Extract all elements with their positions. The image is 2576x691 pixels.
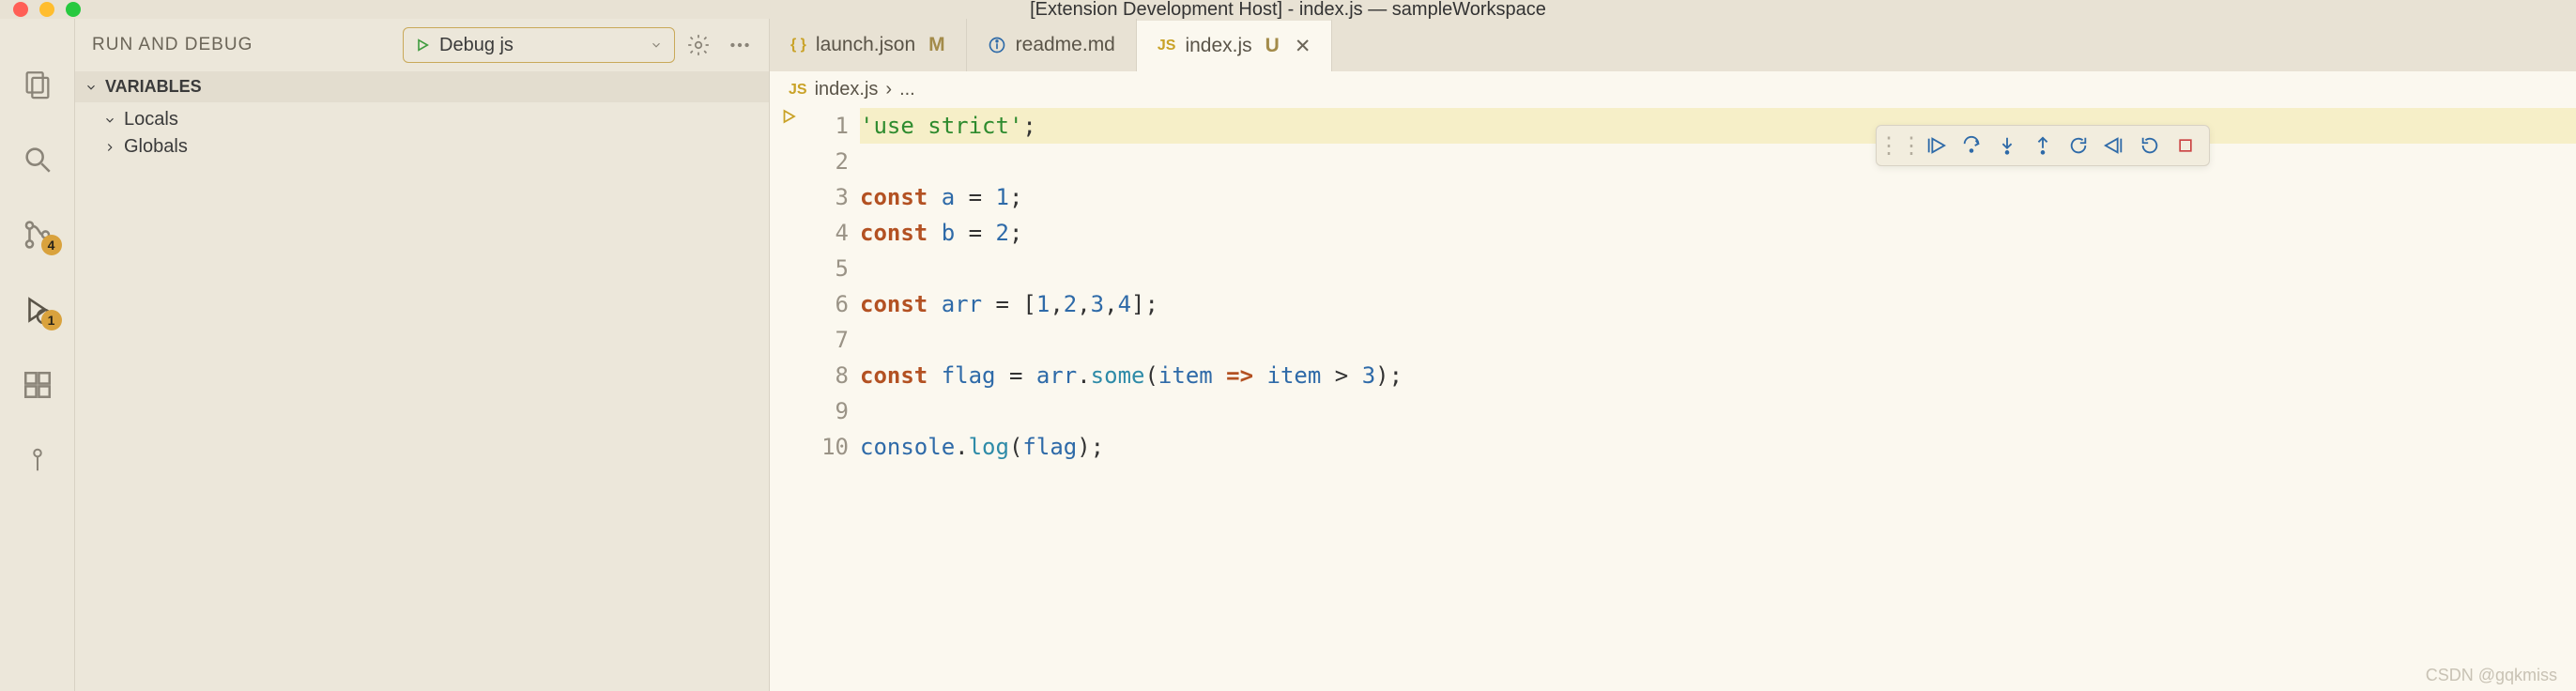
sidebar-title: RUN AND DEBUG	[92, 35, 391, 55]
line-number: 6	[807, 286, 849, 322]
tag-icon[interactable]	[19, 441, 56, 479]
minimize-window-icon[interactable]	[39, 2, 54, 17]
step-into-button[interactable]	[1991, 130, 2023, 161]
search-icon[interactable]	[19, 141, 56, 178]
variables-section[interactable]: VARIABLES	[75, 71, 769, 102]
editor-area: { } launch.json Mreadme.md JS index.js U ✕ JS …	[770, 19, 2576, 691]
window-title: [Extension Development Host] - index.js …	[1030, 0, 1546, 21]
code-line[interactable]: const b = 2;	[860, 215, 2576, 251]
chevron-down-icon	[650, 38, 663, 52]
source-control-icon[interactable]: 4	[19, 216, 56, 253]
drag-handle-icon[interactable]: ⋮⋮	[1884, 130, 1916, 161]
globals-label: Globals	[124, 136, 188, 158]
code-line[interactable]: const arr = [1,2,3,4];	[860, 286, 2576, 322]
tab-index-js[interactable]: JS index.js U ✕	[1137, 19, 1333, 71]
step-over-button[interactable]	[1955, 130, 1987, 161]
code-editor[interactable]: 12345678910 'use strict';const a = 1;con…	[770, 108, 2576, 691]
close-window-icon[interactable]	[13, 2, 28, 17]
locals-label: Locals	[124, 109, 178, 131]
gear-icon[interactable]	[686, 33, 711, 57]
line-number: 5	[807, 251, 849, 286]
code-line[interactable]: console.log(flag);	[860, 429, 2576, 465]
code-line[interactable]: const a = 1;	[860, 179, 2576, 215]
chevron-right-icon: ›	[885, 79, 892, 100]
restart-button[interactable]	[2062, 130, 2094, 161]
step-back-button[interactable]	[2098, 130, 2130, 161]
breadcrumb-rest: ...	[899, 79, 915, 100]
step-out-button[interactable]	[2027, 130, 2059, 161]
code-line[interactable]: 'use strict';	[860, 108, 2576, 144]
line-number: 1	[807, 108, 849, 144]
tab-readme-md[interactable]: readme.md	[967, 19, 1137, 71]
variables-label: VARIABLES	[105, 77, 202, 97]
code-line[interactable]	[860, 251, 2576, 286]
line-number: 8	[807, 358, 849, 393]
code-line[interactable]: const flag = arr.some(item => item > 3);	[860, 358, 2576, 393]
line-number: 2	[807, 144, 849, 179]
explorer-icon[interactable]	[19, 66, 56, 103]
breadcrumb-file: index.js	[815, 79, 879, 100]
line-number: 10	[807, 429, 849, 465]
code-line[interactable]	[860, 144, 2576, 179]
globals-item[interactable]: Globals	[75, 133, 769, 161]
close-icon[interactable]: ✕	[1295, 35, 1311, 58]
titlebar: [Extension Development Host] - index.js …	[0, 0, 2576, 19]
file-icon	[988, 36, 1006, 54]
tab-label: index.js	[1185, 35, 1251, 57]
watermark: CSDN @gqkmiss	[2426, 666, 2557, 685]
more-icon[interactable]	[728, 33, 752, 57]
debug-sidebar: RUN AND DEBUG Debug js	[75, 19, 770, 691]
continue-button[interactable]	[1920, 130, 1952, 161]
tab-launch-json[interactable]: { } launch.json M	[770, 19, 967, 71]
file-icon: JS	[1158, 38, 1176, 54]
line-number: 9	[807, 393, 849, 429]
activity-bar: 4 1	[0, 19, 75, 691]
maximize-window-icon[interactable]	[66, 2, 81, 17]
code-line[interactable]	[860, 393, 2576, 429]
file-icon: { }	[790, 37, 806, 54]
reverse-button[interactable]	[2134, 130, 2166, 161]
code-line[interactable]	[860, 322, 2576, 358]
breadcrumb[interactable]: JS index.js › ...	[770, 71, 2576, 108]
tab-label: readme.md	[1016, 34, 1115, 56]
js-file-icon: JS	[789, 82, 807, 99]
tab-label: launch.json	[816, 34, 915, 56]
tab-status: M	[928, 34, 945, 56]
stop-button[interactable]	[2170, 130, 2201, 161]
tab-status: U	[1265, 35, 1280, 57]
play-icon	[415, 38, 430, 53]
tab-bar: { } launch.json Mreadme.md JS index.js U ✕	[770, 19, 2576, 71]
debug-toolbar: ⋮⋮	[1876, 125, 2210, 166]
current-line-icon	[780, 108, 797, 125]
run-debug-icon[interactable]: 1	[19, 291, 56, 329]
debug-config-label: Debug js	[439, 35, 640, 56]
line-number: 4	[807, 215, 849, 251]
debug-config-select[interactable]: Debug js	[403, 27, 675, 63]
locals-item[interactable]: Locals	[75, 106, 769, 133]
scm-badge: 4	[41, 235, 62, 255]
debug-badge: 1	[41, 310, 62, 330]
line-number: 7	[807, 322, 849, 358]
extensions-icon[interactable]	[19, 366, 56, 404]
line-number: 3	[807, 179, 849, 215]
